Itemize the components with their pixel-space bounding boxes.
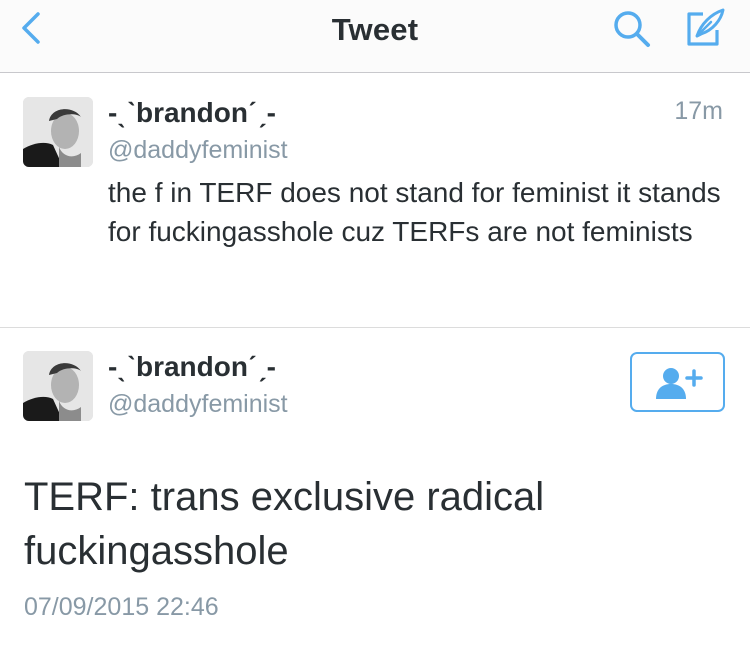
tweet-timestamp: 17m bbox=[674, 97, 723, 125]
user-handle[interactable]: @daddyfeminist bbox=[108, 136, 288, 165]
search-icon[interactable] bbox=[611, 8, 653, 50]
avatar[interactable] bbox=[23, 351, 93, 421]
nav-bar: Tweet bbox=[0, 0, 750, 73]
display-name[interactable]: -ˎˋbrandonˊˏ- bbox=[108, 351, 276, 383]
reply-tweet[interactable]: -ˎˋbrandonˊˏ- @daddyfeminist 17m the f i… bbox=[0, 73, 750, 328]
follow-button[interactable] bbox=[630, 352, 725, 412]
avatar[interactable] bbox=[23, 97, 93, 167]
add-user-icon bbox=[656, 368, 703, 399]
compose-icon[interactable] bbox=[683, 6, 727, 50]
display-name[interactable]: -ˎˋbrandonˊˏ- bbox=[108, 97, 276, 129]
tweet-date: 07/09/2015 22:46 bbox=[24, 593, 219, 621]
user-handle[interactable]: @daddyfeminist bbox=[108, 390, 288, 419]
tweet-text: the f in TERF does not stand for feminis… bbox=[108, 177, 721, 247]
tweet-text: TERF: trans exclusive radical fuckingass… bbox=[24, 475, 545, 573]
